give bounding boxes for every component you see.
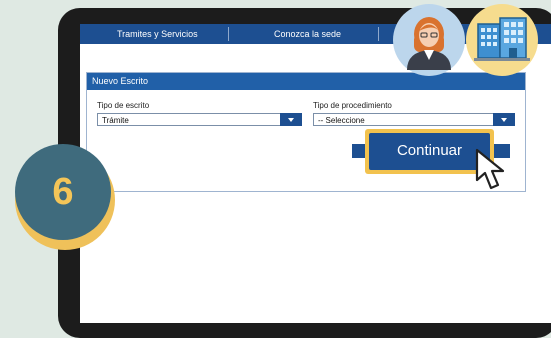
- nav-divider: [228, 27, 229, 41]
- tipo-de-procedimiento-label: Tipo de procedimiento: [313, 101, 392, 110]
- office-building-icon: [466, 4, 538, 76]
- chevron-down-icon[interactable]: [493, 113, 515, 126]
- cursor-pointer-icon: [475, 148, 505, 190]
- nav-tramites-y-servicios[interactable]: Tramites y Servicios: [117, 29, 198, 39]
- tipo-de-procedimiento-select[interactable]: -- Seleccione: [313, 113, 515, 126]
- nav-divider: [378, 27, 379, 41]
- nav-conozca-la-sede[interactable]: Conozca la sede: [274, 29, 341, 39]
- woman-avatar-icon: [393, 4, 465, 76]
- step-number: 6: [15, 144, 111, 240]
- tipo-de-escrito-value: Trámite: [102, 116, 129, 125]
- tipo-de-escrito-label: Tipo de escrito: [97, 101, 150, 110]
- chevron-down-icon[interactable]: [280, 113, 302, 126]
- tipo-de-escrito-select[interactable]: Trámite: [97, 113, 302, 126]
- tipo-de-procedimiento-value: -- Seleccione: [318, 116, 365, 125]
- step-badge: 6: [15, 144, 115, 250]
